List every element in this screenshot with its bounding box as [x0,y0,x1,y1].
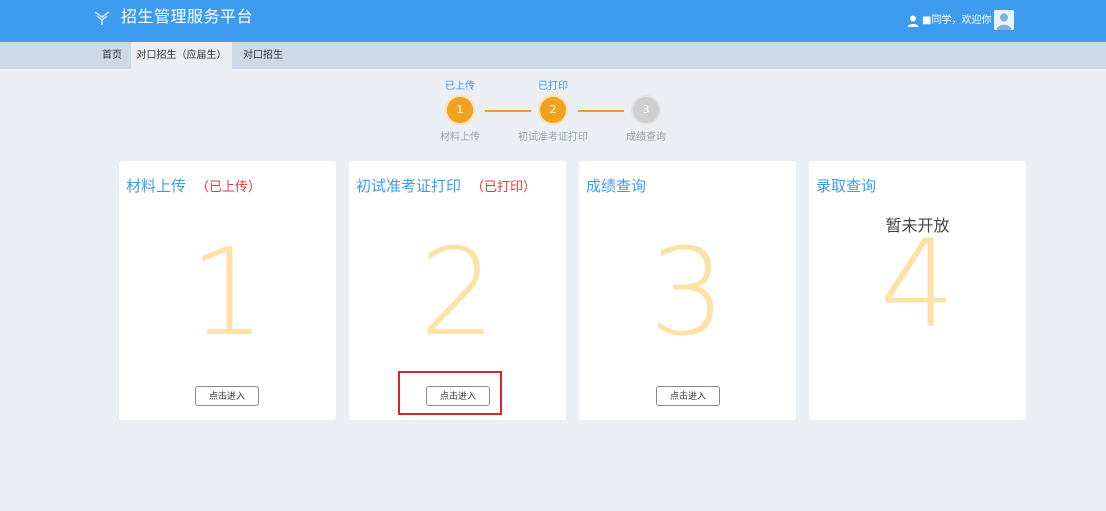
step-1-label: 材料上传 [440,132,480,143]
top-bar: 招生管理服务平台 ■同学，欢迎你 [0,0,1106,42]
step-3-label: 成绩查询 [626,132,666,143]
card-admission-query: 录取查询 暂未开放 4 [809,161,1026,420]
nav-item-fresh-graduates[interactable]: 对口招生（应届生） [131,42,232,69]
card-title-text: 材料上传 [126,177,187,195]
step-2-circle: 2 [540,97,566,123]
step-connector-2 [578,110,624,112]
card-step-number: 2 [419,224,496,363]
card-title-text: 初试准考证打印 [356,177,462,195]
card-title: 录取查询 [816,175,876,197]
card-step-number: 1 [189,224,266,363]
card-status: （已打印） [471,180,537,195]
step-1-circle: 1 [447,97,473,123]
card-material-upload: 材料上传 （已上传） 1 点击进入 [119,161,336,420]
card-status: （已上传） [196,180,262,195]
user-area[interactable]: ■同学，欢迎你 [906,10,1014,31]
welcome-text: ■同学，欢迎你 [922,15,992,26]
step-1-status: 已上传 [445,81,475,92]
avatar-icon[interactable] [994,10,1014,30]
step-3-circle: 3 [633,97,659,123]
card-title-text: 成绩查询 [586,177,647,195]
nav-item-home[interactable]: 首页 [96,42,128,69]
enter-button[interactable]: 点击进入 [195,386,259,406]
card-title: 材料上传 （已上传） [126,175,261,199]
progress-steps: 已上传 已打印 1 2 3 材料上传 初试准考证打印 成绩查询 [0,75,1106,155]
logo-icon [94,11,110,25]
nav-item-vocational-enrollment[interactable]: 对口招生 [238,42,288,69]
highlight-annotation [398,371,502,415]
enter-button[interactable]: 点击进入 [656,386,720,406]
card-step-number: 3 [649,224,726,363]
user-icon [907,15,919,27]
card-title: 成绩查询 [586,175,646,197]
card-title: 初试准考证打印 （已打印） [356,175,536,199]
app-title: 招生管理服务平台 [121,7,254,26]
card-step-number: 4 [879,216,956,355]
nav-bar: 首页 对口招生（应届生） 对口招生 [0,42,1106,69]
card-score-query: 成绩查询 3 点击进入 [579,161,796,420]
step-2-label: 初试准考证打印 [518,132,588,143]
step-2-status: 已打印 [538,81,568,92]
step-connector-1 [485,110,531,112]
card-title-text: 录取查询 [816,177,877,195]
